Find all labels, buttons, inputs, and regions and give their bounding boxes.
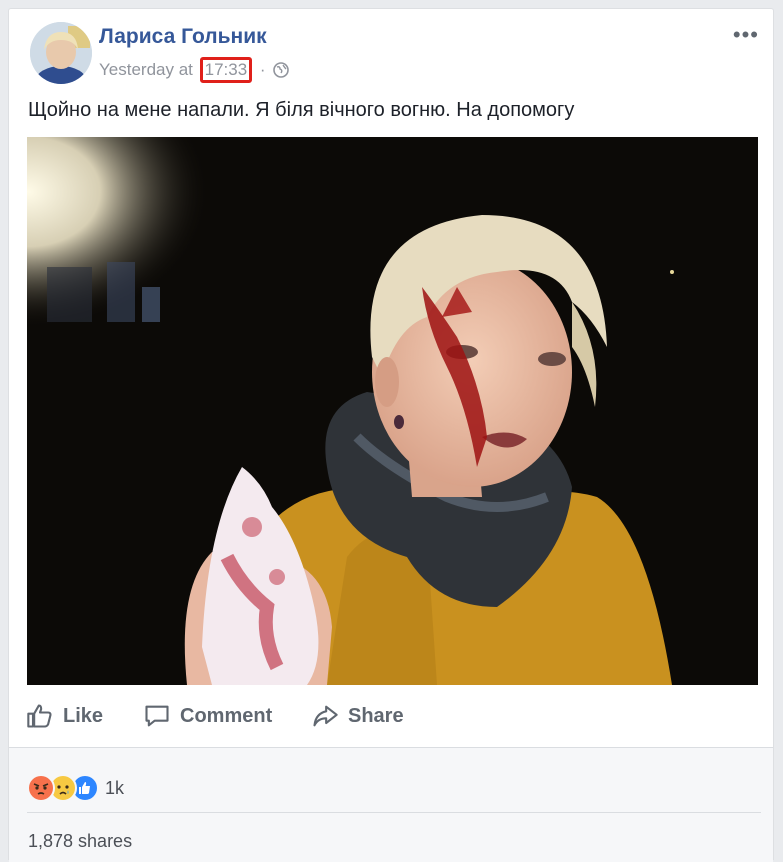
comment-icon [145, 705, 169, 727]
more-options-icon[interactable]: ••• [733, 24, 759, 46]
timestamp-time[interactable]: 17:33 [199, 57, 253, 83]
action-bar: Like Comment Share [9, 694, 773, 742]
shares-count[interactable]: 1,878 shares [28, 831, 132, 852]
post-text: Щойно на мене напали. Я біля вічного вог… [28, 99, 575, 121]
like-button[interactable]: Like [26, 698, 103, 734]
reactions-summary[interactable]: 1k [27, 774, 124, 802]
like-label: Like [63, 704, 104, 727]
globe-icon[interactable] [273, 62, 290, 83]
meta-separator: · [259, 60, 266, 79]
post-photo[interactable] [27, 137, 758, 685]
post-meta: Yesterday at 17:33 · [99, 57, 290, 83]
reaction-count: 1k [105, 777, 125, 798]
comment-button[interactable]: Comment [143, 698, 272, 734]
share-label: Share [348, 704, 404, 727]
share-icon [313, 705, 338, 727]
comment-label: Comment [180, 704, 273, 727]
footer-divider [27, 812, 761, 813]
avatar[interactable] [30, 22, 92, 84]
post-card: Лариса Гольник Yesterday at 17:33 · ••• … [8, 8, 774, 862]
timestamp-prefix: Yesterday at [99, 60, 193, 79]
angry-reaction-icon [27, 774, 55, 802]
share-button[interactable]: Share [311, 698, 404, 734]
post-footer: 1k 1,878 shares [9, 747, 773, 862]
thumbs-up-icon [27, 704, 52, 728]
author-name[interactable]: Лариса Гольник [99, 25, 267, 49]
